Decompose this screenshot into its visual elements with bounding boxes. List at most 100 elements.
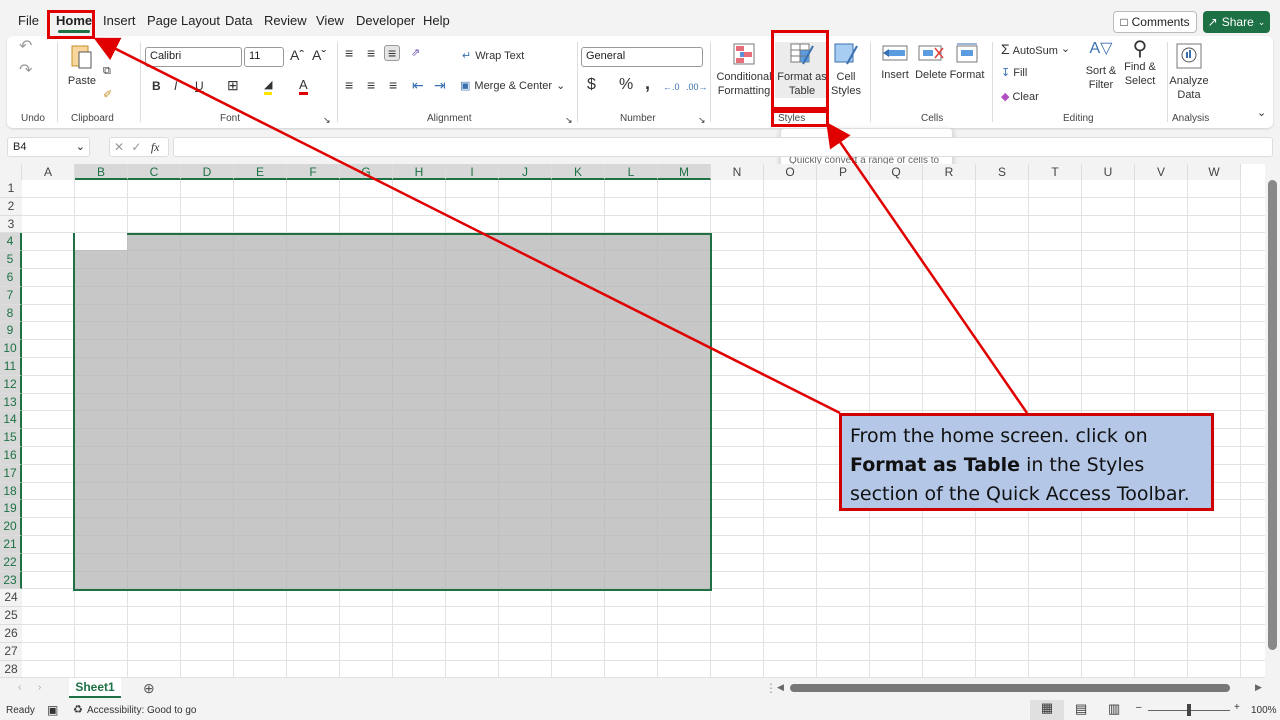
tab-help[interactable]: Help bbox=[423, 13, 450, 28]
name-box[interactable]: B4 ⌄ bbox=[7, 137, 90, 157]
column-header[interactable]: P bbox=[817, 164, 870, 180]
macro-record-icon[interactable]: ▣ bbox=[47, 703, 58, 717]
dialog-launcher-icon[interactable]: ↘ bbox=[323, 113, 331, 127]
column-header[interactable]: D bbox=[181, 164, 234, 180]
row-header[interactable]: 15 bbox=[0, 429, 22, 447]
delete-cells-button[interactable]: Delete bbox=[914, 42, 948, 82]
horizontal-scroll-thumb[interactable] bbox=[790, 684, 1230, 692]
tab-page-layout[interactable]: Page Layout bbox=[147, 13, 220, 28]
tab-data[interactable]: Data bbox=[225, 13, 252, 28]
align-left-icon[interactable]: ≡ bbox=[345, 78, 353, 92]
page-break-view-icon[interactable]: ▥ bbox=[1108, 701, 1120, 717]
borders-icon[interactable]: ⊞ bbox=[227, 78, 239, 92]
tab-view[interactable]: View bbox=[316, 13, 344, 28]
row-header[interactable]: 18 bbox=[0, 482, 22, 501]
column-header[interactable]: R bbox=[923, 164, 976, 180]
align-right-icon[interactable]: ≡ bbox=[389, 78, 397, 92]
row-header[interactable]: 7 bbox=[0, 286, 22, 305]
accessibility-status[interactable]: Accessibility: Good to go bbox=[87, 705, 197, 716]
cancel-icon[interactable]: ✕ bbox=[114, 140, 124, 154]
undo-icon[interactable]: ↶ bbox=[19, 39, 32, 55]
fx-button[interactable]: fx bbox=[151, 140, 160, 154]
column-header[interactable]: B bbox=[75, 164, 128, 180]
format-cells-button[interactable]: Format bbox=[949, 42, 985, 82]
row-header[interactable]: 10 bbox=[0, 340, 22, 358]
zoom-slider-handle[interactable] bbox=[1187, 704, 1191, 716]
column-header[interactable]: I bbox=[446, 164, 499, 180]
italic-button[interactable]: I bbox=[174, 79, 177, 93]
conditional-formatting-button[interactable]: Conditional Formatting bbox=[714, 42, 774, 98]
zoom-out-button[interactable]: – bbox=[1136, 702, 1142, 713]
column-header[interactable]: H bbox=[393, 164, 446, 180]
tab-file[interactable]: File bbox=[18, 13, 39, 28]
row-header[interactable]: 3 bbox=[0, 215, 22, 234]
row-header[interactable]: 4 bbox=[0, 233, 22, 252]
bottom-align-icon[interactable]: ≡ bbox=[384, 45, 401, 61]
enter-icon[interactable]: ✓ bbox=[131, 140, 141, 154]
find-select-button[interactable]: ⚲ Find & Select bbox=[1120, 39, 1160, 88]
column-header[interactable]: W bbox=[1188, 164, 1241, 180]
row-header[interactable]: 12 bbox=[0, 375, 22, 394]
row-header[interactable]: 19 bbox=[0, 500, 22, 519]
decrease-decimal-icon[interactable]: .00→ bbox=[686, 80, 708, 94]
row-header[interactable]: 14 bbox=[0, 411, 22, 430]
row-header[interactable]: 6 bbox=[0, 269, 22, 287]
dialog-launcher-icon[interactable]: ↘ bbox=[698, 113, 706, 127]
formula-input[interactable] bbox=[173, 137, 1273, 157]
vertical-scrollbar[interactable] bbox=[1265, 164, 1280, 678]
share-button[interactable]: ↗ Share ⌄ bbox=[1203, 11, 1270, 33]
font-color-icon[interactable]: A bbox=[299, 78, 308, 95]
column-header[interactable]: S bbox=[976, 164, 1029, 180]
middle-align-icon[interactable]: ≡ bbox=[367, 46, 375, 60]
prev-sheet-icon[interactable]: ‹ bbox=[18, 682, 21, 693]
sheet-tab[interactable]: Sheet1 bbox=[69, 678, 121, 698]
clear-button[interactable]: ◆ Clear bbox=[1001, 90, 1039, 104]
row-header[interactable]: 20 bbox=[0, 518, 22, 536]
scroll-left-icon[interactable]: ◀ bbox=[777, 682, 784, 693]
column-header[interactable]: K bbox=[552, 164, 605, 180]
scroll-right-icon[interactable]: ▶ bbox=[1255, 682, 1262, 693]
row-header[interactable]: 13 bbox=[0, 393, 22, 412]
row-header[interactable]: 5 bbox=[0, 251, 22, 269]
row-header[interactable]: 17 bbox=[0, 464, 22, 483]
column-header[interactable]: N bbox=[711, 164, 764, 180]
column-header[interactable]: J bbox=[499, 164, 552, 180]
comma-button[interactable]: , bbox=[645, 74, 650, 92]
row-header[interactable]: 8 bbox=[0, 304, 22, 323]
orientation-icon[interactable]: ⇗ bbox=[411, 46, 420, 60]
active-cell[interactable] bbox=[75, 233, 127, 251]
next-sheet-icon[interactable]: › bbox=[38, 682, 41, 693]
row-header[interactable]: 11 bbox=[0, 358, 22, 376]
tab-review[interactable]: Review bbox=[264, 13, 307, 28]
row-header[interactable]: 25 bbox=[0, 607, 22, 625]
font-size-select[interactable]: 11 bbox=[244, 47, 284, 67]
add-sheet-icon[interactable]: ⊕ bbox=[143, 680, 155, 697]
format-painter-icon[interactable]: ✐ bbox=[103, 88, 112, 102]
select-all-corner[interactable] bbox=[0, 164, 22, 180]
insert-cells-button[interactable]: Insert bbox=[880, 42, 910, 82]
column-header[interactable]: F bbox=[287, 164, 340, 180]
row-header[interactable]: 23 bbox=[0, 571, 22, 590]
column-header[interactable]: E bbox=[234, 164, 287, 180]
copy-icon[interactable]: ⧉ bbox=[103, 64, 111, 78]
row-header[interactable]: 24 bbox=[0, 589, 22, 608]
vertical-scroll-thumb[interactable] bbox=[1268, 180, 1277, 650]
row-header[interactable]: 1 bbox=[0, 180, 22, 198]
column-header[interactable]: L bbox=[605, 164, 658, 180]
column-header[interactable]: O bbox=[764, 164, 817, 180]
selected-range[interactable] bbox=[73, 233, 712, 592]
fill-button[interactable]: ↧ Fill bbox=[1001, 66, 1027, 80]
column-header[interactable]: U bbox=[1082, 164, 1135, 180]
top-align-icon[interactable]: ≡ bbox=[345, 46, 353, 60]
align-center-icon[interactable]: ≡ bbox=[367, 78, 375, 92]
zoom-level[interactable]: 100% bbox=[1251, 705, 1277, 716]
wrap-text-button[interactable]: ↵ Wrap Text bbox=[462, 49, 524, 63]
normal-view-icon[interactable]: ▦ bbox=[1030, 700, 1064, 720]
row-header[interactable]: 22 bbox=[0, 553, 22, 572]
column-header[interactable]: G bbox=[340, 164, 393, 180]
dialog-launcher-icon[interactable]: ↘ bbox=[565, 113, 573, 127]
bold-button[interactable]: B bbox=[152, 79, 161, 93]
underline-button[interactable]: U bbox=[195, 79, 204, 93]
decrease-indent-icon[interactable]: ⇤ bbox=[412, 78, 424, 92]
column-header[interactable]: C bbox=[128, 164, 181, 180]
